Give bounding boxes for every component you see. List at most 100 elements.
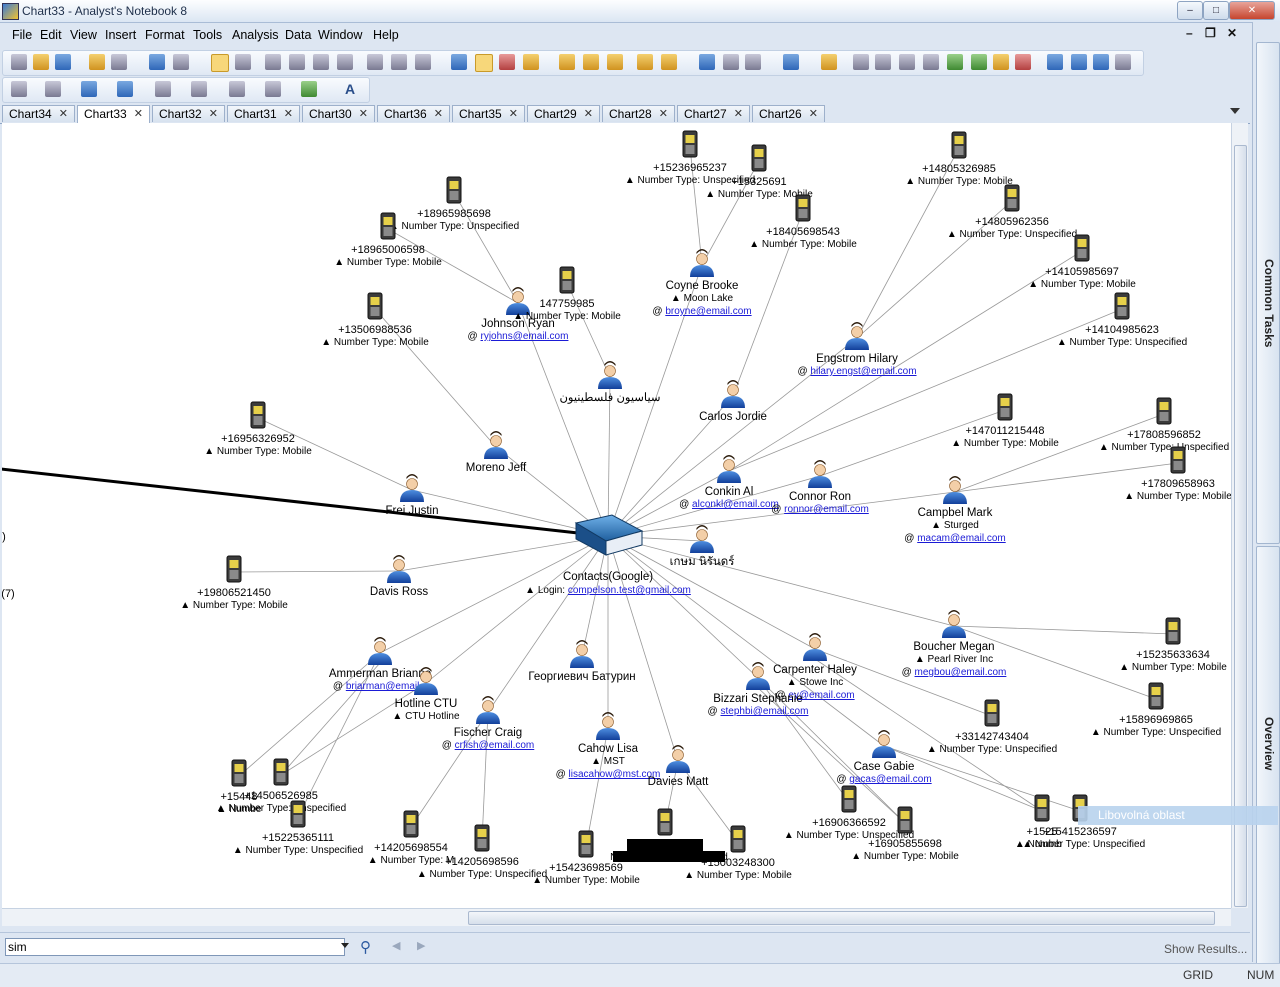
menu-file[interactable]: File <box>12 28 32 42</box>
contact-email[interactable]: @ stephbi@email.com <box>708 706 809 717</box>
contact-email[interactable]: @ crfish@email.com <box>442 740 535 751</box>
zoom-in-icon[interactable] <box>265 54 281 70</box>
redo-icon[interactable] <box>173 54 189 70</box>
tab-chart29[interactable]: Chart29 ✕ <box>527 105 600 122</box>
phone-node-p7[interactable]: +14805962356▲ Number Type: Unspecified <box>947 184 1077 240</box>
timeline-icon[interactable] <box>899 54 915 70</box>
circle-icon[interactable] <box>853 54 869 70</box>
menu-format[interactable]: Format <box>145 28 185 42</box>
forward-icon[interactable] <box>745 54 761 70</box>
compress-icon[interactable] <box>607 54 623 70</box>
link-line[interactable] <box>2 467 579 535</box>
arrange-icon[interactable] <box>559 54 575 70</box>
contact-email[interactable]: @ gacas@email.com <box>836 774 931 785</box>
contact-node-ammerman[interactable]: Ammerman Brianne@ briarman@email.c <box>329 637 431 692</box>
close-tab-icon[interactable]: ✕ <box>134 106 143 123</box>
contact-email[interactable]: @ lisacahow@mst.com <box>556 769 661 780</box>
phone-node-p4[interactable]: +18965985698▲ Number Type: Unspecified <box>389 176 519 232</box>
print-icon[interactable] <box>111 54 127 70</box>
phone-node-p3[interactable]: +14805326985▲ Number Type: Mobile <box>905 131 1013 187</box>
tab-chart27[interactable]: Chart27 ✕ <box>677 105 750 122</box>
link-line[interactable] <box>398 535 609 572</box>
list-d-icon[interactable] <box>1115 54 1131 70</box>
contact-email[interactable]: @ ronnor@email.com <box>771 504 869 515</box>
close-tab-icon[interactable]: ✕ <box>284 106 293 123</box>
contact-node-carlos[interactable]: Carlos Jordie <box>699 380 767 423</box>
add-entity-icon[interactable] <box>11 81 27 97</box>
contact-node-thai[interactable]: เกษม นิรันดร์ <box>670 525 735 568</box>
tab-chart32[interactable]: Chart32 ✕ <box>152 105 225 122</box>
fit-height-icon[interactable] <box>415 54 431 70</box>
add-link-icon[interactable] <box>45 81 61 97</box>
mdi-restore-icon[interactable]: ❐ <box>1205 26 1216 40</box>
contact-node-frei[interactable]: Frei Justin <box>385 474 439 517</box>
fit-page-icon[interactable] <box>367 54 383 70</box>
close-tab-icon[interactable]: ✕ <box>734 106 743 123</box>
contact-node-case[interactable]: Case Gabie@ gacas@email.com <box>836 730 932 785</box>
close-tab-icon[interactable]: ✕ <box>659 106 668 123</box>
mdi-close-icon[interactable]: ✕ <box>1227 26 1237 40</box>
contact-node-conkin[interactable]: Conkin Al@ alconkl@email.com <box>679 455 779 510</box>
close-tab-icon[interactable]: ✕ <box>809 106 818 123</box>
zoom-fit-icon[interactable] <box>313 54 329 70</box>
link-line[interactable] <box>487 535 609 713</box>
tab-chart26[interactable]: Chart26 ✕ <box>752 105 825 122</box>
search-dropdown-icon[interactable] <box>341 943 349 948</box>
menu-insert[interactable]: Insert <box>105 28 136 42</box>
contact-email[interactable]: @ broyne@email.com <box>652 306 751 317</box>
network-icon[interactable] <box>971 54 987 70</box>
menu-edit[interactable]: Edit <box>40 28 62 42</box>
vertical-scrollbar[interactable] <box>1231 123 1248 908</box>
contact-node-davis_ross[interactable]: Davis Ross <box>370 555 428 598</box>
phone-node-p23[interactable]: +14205698554▲ Number Type: M <box>368 810 454 866</box>
undo-icon[interactable] <box>149 54 165 70</box>
remove-icon[interactable] <box>1015 54 1031 70</box>
phone-node-p16[interactable]: +19806521450▲ Number Type: Mobile <box>180 555 288 611</box>
search-input[interactable] <box>5 938 345 956</box>
text-icon[interactable]: A <box>345 81 361 97</box>
snapshot-icon[interactable] <box>661 54 677 70</box>
horizontal-scroll-thumb[interactable] <box>468 911 1215 925</box>
close-tab-icon[interactable]: ✕ <box>584 106 593 123</box>
contact-node-coyne[interactable]: Coyne Brooke▲ Moon Lake @ broyne@email.co… <box>652 249 752 317</box>
contact-node-boucher[interactable]: Boucher Megan▲ Pearl River Inc @ megbou@e… <box>902 610 1007 678</box>
chart-icon[interactable] <box>923 54 939 70</box>
phone-node-p15[interactable]: +17809658963▲ Number Type: Mobile <box>1124 446 1231 502</box>
tab-chart28[interactable]: Chart28 ✕ <box>602 105 675 122</box>
find-next-icon[interactable]: ▶ <box>417 939 425 952</box>
rectangle-icon[interactable] <box>191 81 207 97</box>
link-line[interactable] <box>233 570 400 573</box>
spread-icon[interactable] <box>583 54 599 70</box>
tab-chart35[interactable]: Chart35 ✕ <box>452 105 525 122</box>
menu-analysis[interactable]: Analysis <box>232 28 279 42</box>
frame-icon[interactable] <box>265 81 281 97</box>
vertical-scroll-thumb[interactable] <box>1234 145 1247 907</box>
select-tool-icon[interactable] <box>211 54 229 72</box>
link-line[interactable] <box>280 682 427 776</box>
phone-node-p8[interactable]: 147759985▲ Number Type: Mobile <box>513 266 621 322</box>
table-icon[interactable] <box>155 81 171 97</box>
menu-window[interactable]: Window <box>318 28 362 42</box>
contact-node-engstrom[interactable]: Engstrom Hilary@ hilary.engst@email.com <box>797 322 917 377</box>
menu-tools[interactable]: Tools <box>193 28 222 42</box>
tab-chart31[interactable]: Chart31 ✕ <box>227 105 300 122</box>
tab-overflow-icon[interactable] <box>1230 108 1240 114</box>
chart-canvas[interactable]: Contacts(Google) ▲ Login: compelson.test@… <box>2 123 1231 908</box>
zoom-out-icon[interactable] <box>289 54 305 70</box>
chart-view-icon[interactable] <box>451 54 467 70</box>
close-window-button[interactable]: ✕ <box>1229 1 1275 20</box>
contact-node-moreno[interactable]: Moreno Jeff <box>466 431 527 474</box>
camera-icon[interactable] <box>699 54 715 70</box>
picture-icon[interactable] <box>301 81 317 97</box>
layer-icon[interactable] <box>523 54 539 70</box>
tab-chart30[interactable]: Chart30 ✕ <box>302 105 375 122</box>
no-entry-icon[interactable] <box>875 54 891 70</box>
contact-email[interactable]: @ megbou@email.com <box>902 667 1007 678</box>
link-line[interactable] <box>607 535 955 627</box>
entity-icon[interactable] <box>117 81 133 97</box>
contact-email[interactable]: @ ryjohns@email.com <box>468 331 569 342</box>
open-icon[interactable] <box>33 54 49 70</box>
lasso-tool-icon[interactable] <box>235 54 251 70</box>
fit-width-icon[interactable] <box>391 54 407 70</box>
phone-node-p18[interactable]: +15896969865▲ Number Type: Unspecified <box>1091 682 1221 738</box>
